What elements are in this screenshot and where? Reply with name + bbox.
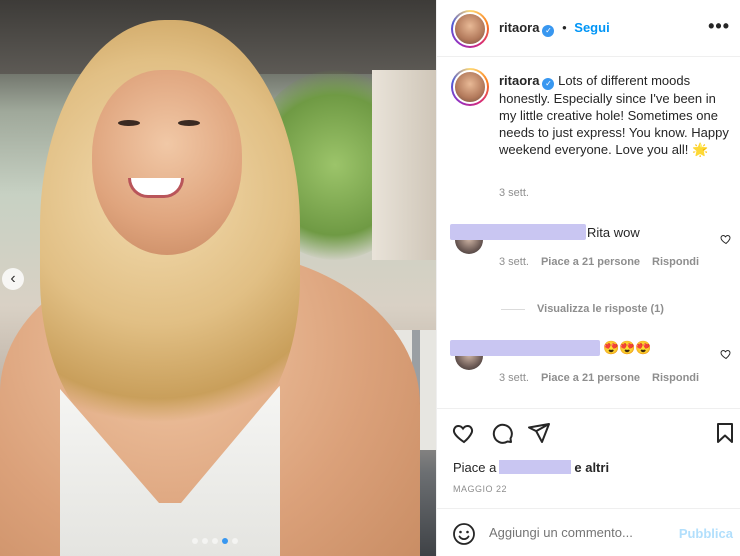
carousel-dot — [202, 538, 208, 544]
save-bookmark-icon[interactable] — [713, 421, 737, 445]
photo-wall — [372, 70, 436, 260]
carousel-dot-active — [222, 538, 228, 544]
carousel-prev-button[interactable]: ‹ — [2, 268, 24, 290]
photo-eye-left — [118, 120, 140, 126]
author-username[interactable]: ritaora — [499, 20, 539, 35]
carousel-dot — [192, 538, 198, 544]
publish-button[interactable]: Pubblica — [679, 526, 733, 541]
comment-likes[interactable]: Piace a 21 persone — [541, 256, 640, 268]
post-actions: Piace a e altri MAGGIO 22 — [437, 408, 740, 508]
comment-meta: 3 sett. Piace a 21 persone Rispondi — [499, 256, 699, 268]
like-comment-icon[interactable] — [720, 233, 732, 245]
comment-time[interactable]: 3 sett. — [499, 372, 529, 384]
comment-text: Rita wow — [587, 225, 640, 240]
comment-likes[interactable]: Piace a 21 persone — [541, 372, 640, 384]
view-replies-label[interactable]: Visualizza le risposte (1) — [537, 303, 664, 315]
caption: ritaora ✓ Lots of different moods honestl… — [499, 72, 731, 158]
verified-icon: ✓ — [542, 78, 555, 90]
more-options-icon[interactable]: ••• — [708, 16, 730, 37]
emoji-icon[interactable] — [452, 522, 476, 546]
view-replies-button[interactable]: Visualizza le risposte (1) — [501, 303, 664, 315]
caption-avatar[interactable] — [451, 68, 489, 106]
replies-line — [501, 308, 525, 310]
carousel-dot — [232, 538, 238, 544]
comment-reply-button[interactable]: Rispondi — [652, 256, 699, 268]
author-avatar[interactable] — [451, 10, 489, 48]
likes-suffix[interactable]: e altri — [574, 460, 609, 475]
comment-text: 😍😍😍 — [603, 340, 652, 355]
share-icon[interactable] — [527, 421, 551, 445]
caption-username[interactable]: ritaora — [499, 73, 539, 88]
header-user: ritaora ✓ • Segui — [499, 20, 610, 37]
verified-icon: ✓ — [542, 25, 555, 37]
caption-time[interactable]: 3 sett. — [499, 187, 529, 199]
comment-reply-button[interactable]: Rispondi — [652, 372, 699, 384]
likes-user-redacted[interactable] — [499, 460, 572, 474]
photo-eye-right — [178, 120, 200, 126]
carousel-dots — [192, 538, 238, 544]
likes-prefix: Piace a — [453, 460, 497, 475]
comment-bar: Pubblica — [437, 508, 740, 556]
comment-icon[interactable] — [490, 421, 514, 445]
carousel-dot — [212, 538, 218, 544]
follow-button[interactable]: Segui — [574, 20, 609, 35]
post-side-panel: ritaora ✓ • Segui ••• ritaora ✓ Lots of di… — [436, 0, 740, 556]
photo-face — [92, 70, 242, 255]
post-header: ritaora ✓ • Segui ••• — [437, 0, 740, 57]
comment-meta: 3 sett. Piace a 21 persone Rispondi — [499, 372, 699, 384]
comment-input[interactable] — [489, 525, 669, 540]
comment-username-redacted[interactable] — [450, 340, 600, 356]
like-icon[interactable] — [452, 421, 476, 445]
likes-summary[interactable]: Piace a e altri — [453, 460, 609, 475]
comment-username-redacted[interactable] — [450, 224, 586, 240]
post-photo[interactable]: ‹ — [0, 0, 436, 556]
like-comment-icon[interactable] — [720, 348, 732, 360]
comment-time[interactable]: 3 sett. — [499, 256, 529, 268]
post-date[interactable]: MAGGIO 22 — [453, 484, 507, 494]
separator-dot: • — [562, 20, 567, 35]
